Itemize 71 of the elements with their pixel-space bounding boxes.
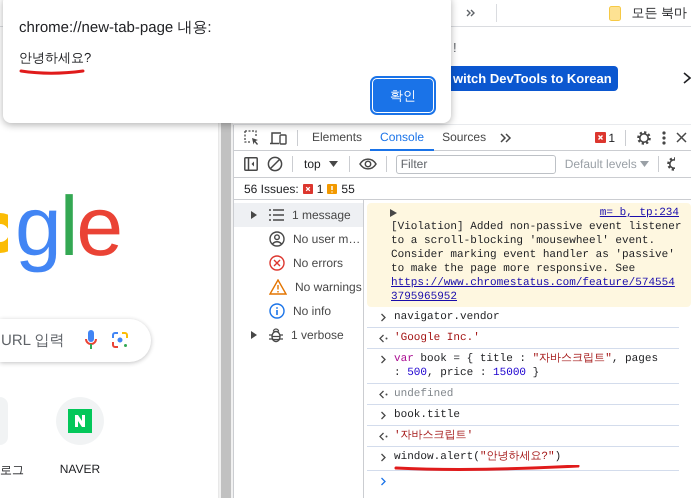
shortcut-label[interactable]: 로그	[0, 462, 24, 479]
device-toolbar-icon[interactable]	[270, 130, 287, 144]
microphone-icon[interactable]	[84, 330, 97, 350]
filter-field[interactable]: Filter	[396, 154, 556, 174]
camera-lens-icon[interactable]	[110, 331, 129, 350]
help-link[interactable]: https://www.chromestatus.com/feature/5745543795965952	[391, 276, 679, 304]
warning-count[interactable]: 55	[341, 182, 355, 196]
n-logo-icon	[68, 408, 92, 433]
expand-triangle-icon[interactable]	[251, 211, 257, 219]
error-count[interactable]: 1	[608, 130, 615, 144]
caret-icon	[640, 161, 649, 167]
panel-tab[interactable]: Sources	[432, 124, 496, 150]
list-icon	[269, 209, 284, 221]
result-arrow-icon	[379, 390, 388, 399]
ok-button[interactable]: 확인	[373, 79, 433, 112]
error-circle-icon	[269, 255, 285, 271]
command-text: navigator.vendor	[394, 310, 501, 324]
bookmark-folder-label[interactable]: 모든 북마	[631, 4, 687, 22]
switch-language-button[interactable]: witch DevTools to Korean	[451, 66, 618, 91]
search-placeholder: URL 입력	[1, 330, 65, 350]
command-text: window.alert("안녕하세요?")	[394, 450, 562, 464]
input-chevron-icon	[379, 411, 388, 420]
command-text: var book = { title : "자바스크립트", pages : 500, price : 15000 }	[394, 352, 660, 380]
user-circle-icon	[269, 231, 285, 247]
sidebar-item[interactable]: No errors	[234, 251, 363, 275]
error-icon[interactable]	[302, 184, 313, 194]
more-options-icon[interactable]	[662, 130, 666, 144]
command-text: book.title	[394, 408, 462, 422]
result-text: undefined	[394, 387, 454, 401]
bug-icon	[269, 327, 283, 343]
shortcut-tile[interactable]	[56, 396, 104, 445]
warning-triangle-icon	[269, 279, 287, 295]
input-chevron-icon	[379, 355, 388, 364]
settings-icon[interactable]	[666, 156, 675, 172]
dialog-title: chrome://new-tab-page 내용:	[19, 18, 213, 37]
input-chevron-icon	[379, 313, 388, 322]
result-arrow-icon	[379, 432, 388, 441]
sidebar-item[interactable]: 1 message	[234, 203, 363, 227]
prompt-chevron-icon[interactable]	[379, 477, 388, 486]
eye-icon[interactable]	[358, 158, 377, 170]
expand-triangle-icon[interactable]	[390, 209, 397, 217]
search-field[interactable]: URL 입력	[0, 318, 151, 362]
source-link[interactable]: m= b, tp:234	[600, 206, 679, 220]
info-circle-icon	[269, 303, 285, 319]
sidebar-item[interactable]: No info	[234, 299, 363, 323]
panel-tab[interactable]: Elements	[302, 124, 372, 150]
infobar-text: !	[453, 40, 457, 55]
inspect-icon[interactable]	[244, 130, 260, 146]
logo: gle	[15, 178, 122, 275]
shortcut-label[interactable]: NAVER	[60, 462, 100, 476]
result-text: '자바스크립트'	[394, 429, 474, 443]
error-icon[interactable]	[595, 132, 606, 143]
input-chevron-icon	[379, 453, 388, 462]
double-chevron-icon[interactable]	[466, 9, 476, 17]
context-dropdown[interactable]: top	[302, 157, 340, 171]
sidebar-toggle-icon[interactable]	[244, 157, 258, 171]
expand-triangle-icon[interactable]	[251, 331, 257, 339]
more-tabs-icon[interactable]	[500, 132, 512, 142]
error-count[interactable]: 1	[316, 182, 324, 196]
result-text: 'Google Inc.'	[394, 331, 481, 345]
sidebar-item[interactable]: No user m…	[234, 227, 363, 251]
caret-icon	[328, 161, 338, 167]
sidebar-item[interactable]: 1 verbose	[234, 323, 363, 347]
dialog-message: 안녕하세요?	[19, 49, 92, 67]
clear-console-icon[interactable]	[267, 156, 283, 172]
sidebar-item[interactable]: No warnings	[234, 275, 363, 299]
violation-message: [Violation] Added non-passive event listener to a scroll-blocking 'mousewheel' event. Consider marking event handler as 'passive' to make the page more responsive. See	[391, 220, 682, 276]
issues-label[interactable]: 56 Issues:	[244, 182, 299, 196]
result-arrow-icon	[379, 334, 388, 343]
settings-icon[interactable]	[636, 130, 652, 146]
logo-fragment	[0, 213, 8, 254]
